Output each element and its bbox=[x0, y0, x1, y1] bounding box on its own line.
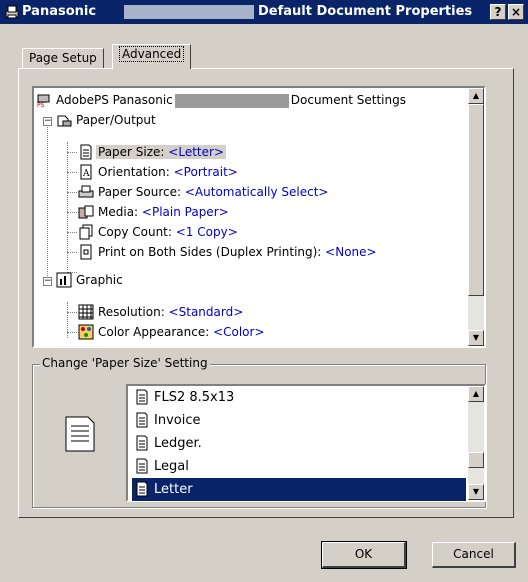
tree-item-paper-source[interactable]: Paper Source: <Automatically Select> bbox=[78, 182, 328, 202]
ok-button[interactable]: OK bbox=[321, 541, 407, 569]
tree-item-color-appearance[interactable]: Color Appearance: <Color> bbox=[78, 322, 265, 342]
help-button[interactable]: ? bbox=[490, 4, 506, 20]
document-icon bbox=[136, 412, 148, 428]
window-app-name: Panasonic bbox=[22, 4, 97, 19]
scroll-down-arrow-icon[interactable]: ▼ bbox=[468, 484, 484, 500]
setting-name: Media: bbox=[98, 205, 142, 219]
setting-name: Orientation: bbox=[98, 165, 174, 179]
setting-name: Paper Source: bbox=[98, 185, 185, 199]
scroll-thumb[interactable] bbox=[468, 452, 484, 468]
document-icon bbox=[136, 389, 148, 405]
list-scrollbar[interactable]: ▲ ▼ bbox=[468, 386, 484, 500]
printer-icon bbox=[5, 5, 19, 19]
settings-tree[interactable]: PS AdobePS Panasonic Document Settings − … bbox=[32, 86, 486, 348]
collapse-toggle-graphic[interactable]: − bbox=[43, 277, 52, 286]
tree-root-suffix: Document Settings bbox=[290, 93, 406, 107]
setting-value: <1 Copy> bbox=[175, 225, 238, 239]
setting-name: Paper Size: bbox=[98, 145, 169, 159]
collapse-toggle-paper-output[interactable]: − bbox=[43, 117, 52, 126]
paper-output-icon bbox=[57, 115, 72, 127]
orientation-icon: A bbox=[80, 164, 92, 180]
scroll-thumb[interactable] bbox=[468, 104, 484, 296]
tree-item-duplex[interactable]: Print on Both Sides (Duplex Printing): <… bbox=[78, 242, 377, 262]
option-label: Legal bbox=[154, 459, 189, 474]
tree-group-label: Graphic bbox=[76, 273, 123, 287]
change-setting-label: Change 'Paper Size' Setting bbox=[40, 356, 210, 370]
printer-icon bbox=[78, 185, 94, 198]
grid-icon bbox=[78, 304, 94, 320]
list-item-selected[interactable]: Letter bbox=[132, 478, 466, 501]
tab-label: Advanced bbox=[119, 46, 185, 62]
setting-name: Copy Count: bbox=[98, 225, 176, 239]
color-palette-icon bbox=[78, 324, 94, 340]
scroll-down-arrow-icon[interactable]: ▼ bbox=[468, 330, 484, 346]
list-item[interactable]: Ledger. bbox=[132, 432, 466, 455]
tab-page-setup[interactable]: Page Setup bbox=[22, 48, 104, 68]
close-button[interactable]: × bbox=[508, 4, 524, 20]
paper-size-list[interactable]: FLS2 8.5x13 Invoice Ledger. Legal Letter… bbox=[126, 384, 486, 502]
svg-text:PS: PS bbox=[37, 102, 45, 108]
tree-root-label: AdobePS Panasonic bbox=[56, 93, 173, 107]
document-icon bbox=[136, 481, 148, 497]
tree-item-copy-count[interactable]: Copy Count: <1 Copy> bbox=[78, 222, 238, 242]
option-label: Letter bbox=[154, 482, 193, 497]
window-title: Default Document Properties bbox=[258, 4, 473, 19]
document-icon bbox=[65, 416, 95, 452]
tab-advanced[interactable]: Advanced bbox=[112, 44, 192, 69]
setting-value: <Standard> bbox=[168, 305, 244, 319]
bar-chart-icon bbox=[56, 272, 72, 288]
setting-value: <Color> bbox=[213, 325, 265, 339]
document-icon bbox=[136, 435, 148, 451]
media-icon bbox=[78, 205, 94, 219]
option-label: Invoice bbox=[154, 413, 201, 428]
tree-group-graphic[interactable]: Graphic bbox=[56, 270, 123, 290]
tree-item-paper-size[interactable]: Paper Size: <Letter> bbox=[78, 142, 226, 162]
tree-item-label-selected: Paper Size: <Letter> bbox=[96, 145, 226, 159]
list-item[interactable]: Legal bbox=[132, 455, 466, 478]
adobe-printer-icon: PS bbox=[37, 94, 50, 108]
redacted-region bbox=[174, 93, 289, 108]
option-label: Ledger. bbox=[154, 436, 202, 451]
option-label: FLS2 8.5x13 bbox=[154, 390, 235, 405]
document-icon bbox=[136, 458, 148, 474]
scroll-up-arrow-icon[interactable]: ▲ bbox=[468, 88, 484, 104]
cancel-button[interactable]: Cancel bbox=[432, 542, 516, 568]
svg-text:A: A bbox=[82, 169, 90, 179]
title-bar: Panasonic Default Document Properties ? … bbox=[0, 0, 528, 24]
tree-group-paper-output[interactable]: Paper/Output bbox=[56, 110, 156, 130]
list-item[interactable]: Invoice bbox=[132, 409, 466, 432]
tree-item-media[interactable]: Media: <Plain Paper> bbox=[78, 202, 229, 222]
setting-name: Color Appearance: bbox=[98, 325, 214, 339]
tree-scrollbar[interactable]: ▲ ▼ bbox=[468, 88, 484, 346]
setting-name: Resolution: bbox=[98, 305, 169, 319]
scroll-up-arrow-icon[interactable]: ▲ bbox=[468, 386, 484, 402]
list-item[interactable]: FLS2 8.5x13 bbox=[132, 386, 466, 409]
duplex-icon bbox=[80, 244, 92, 260]
setting-value: <Portrait> bbox=[173, 165, 238, 179]
redacted-region bbox=[124, 5, 254, 19]
tree-item-resolution[interactable]: Resolution: <Standard> bbox=[78, 302, 243, 322]
tree-root[interactable]: PS AdobePS Panasonic Document Settings bbox=[36, 90, 406, 110]
setting-value: <Automatically Select> bbox=[184, 185, 329, 199]
setting-value: <None> bbox=[325, 245, 377, 259]
document-icon bbox=[80, 144, 92, 160]
tab-label: Page Setup bbox=[29, 51, 97, 65]
setting-name: Print on Both Sides (Duplex Printing): bbox=[98, 245, 326, 259]
setting-value: <Plain Paper> bbox=[141, 205, 229, 219]
tree-item-orientation[interactable]: A Orientation: <Portrait> bbox=[78, 162, 238, 182]
copies-icon bbox=[79, 224, 93, 240]
setting-value: <Letter> bbox=[168, 145, 224, 159]
tree-group-label: Paper/Output bbox=[76, 113, 156, 127]
